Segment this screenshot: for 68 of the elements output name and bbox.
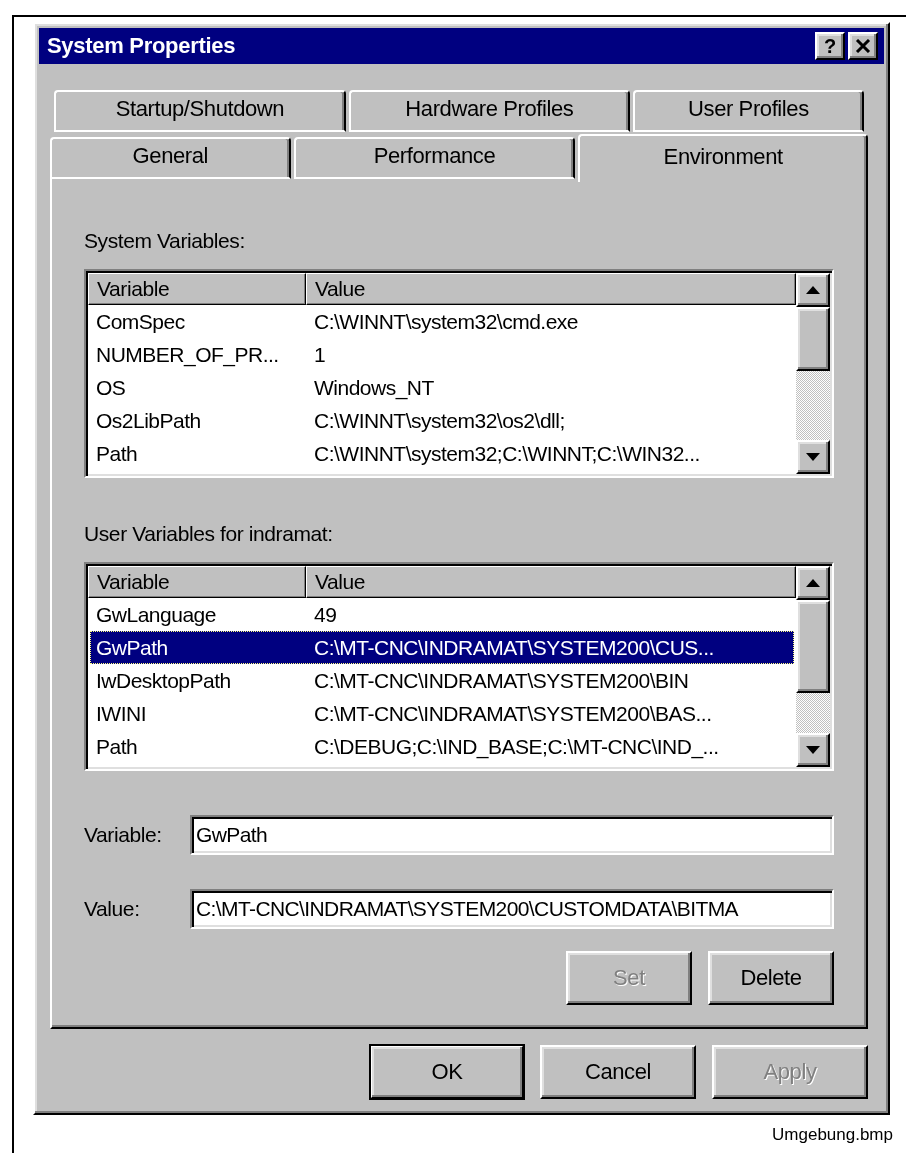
scroll-down-button[interactable] xyxy=(796,440,830,474)
tab[interactable]: Performance xyxy=(293,137,576,179)
table-cell-text: Path xyxy=(95,734,138,759)
list-row[interactable]: Path C:\WINNT\system32;C:\WINNT;C:\WIN32... xyxy=(90,437,794,470)
scroll-thumb[interactable] xyxy=(796,600,830,693)
help-button[interactable]: ? xyxy=(815,32,845,60)
table-cell-text: NUMBER_OF_PR... xyxy=(95,342,279,367)
table-cell-text: ComSpec xyxy=(95,309,185,334)
table-cell-text: Path xyxy=(95,441,138,466)
list-row[interactable]: Os2LibPath C:\WINNT\system32\os2\dll; xyxy=(90,404,794,437)
group-label: System Variables: xyxy=(84,229,245,253)
table-cell-text: C:\WINNT\system32\cmd.exe xyxy=(313,309,579,334)
scrollbar[interactable] xyxy=(796,273,830,474)
table-cell-text: C:\MT-CNC\INDRAMAT\SYSTEM200\BAS... xyxy=(313,701,712,726)
tab[interactable]: User Profiles xyxy=(632,90,864,132)
list-row[interactable]: IwDesktopPath C:\MT-CNC\INDRAMAT\SYSTEM200\BIN xyxy=(90,664,794,697)
window-title: System Properties xyxy=(47,33,236,59)
scroll-up-button[interactable] xyxy=(796,566,830,600)
variable-list[interactable] xyxy=(84,562,834,771)
dialog-button[interactable]: Cancel xyxy=(540,1045,696,1099)
table-cell-text: IWINI xyxy=(95,701,146,726)
tab[interactable]: General xyxy=(50,137,291,179)
list-row[interactable]: GwPath C:\MT-CNC\INDRAMAT\SYSTEM200\CUS... xyxy=(90,631,794,664)
list-row[interactable]: GwLanguage 49 xyxy=(90,598,794,631)
table-cell-text: 49 xyxy=(313,602,337,627)
table-cell-text: GwLanguage xyxy=(95,602,216,627)
table-cell-text: 1 xyxy=(313,342,326,367)
column-header[interactable]: Value xyxy=(306,566,796,598)
list-row[interactable]: NUMBER_OF_PR... 1 xyxy=(90,338,794,371)
column-header[interactable]: Variable xyxy=(88,273,306,305)
close-button[interactable] xyxy=(848,32,878,60)
table-cell-text: Windows_NT xyxy=(313,375,434,400)
input-field[interactable]: C:\MT-CNC\INDRAMAT\SYSTEM200\CUSTOMDATA\BITMA xyxy=(190,889,834,929)
table-cell-text: C:\WINNT\system32\os2\dll; xyxy=(313,408,565,433)
table-cell-text: IwDesktopPath xyxy=(95,668,231,693)
down-arrow-icon xyxy=(806,453,820,461)
column-header[interactable]: Value xyxy=(306,273,796,305)
table-cell-text: OS xyxy=(95,375,126,400)
field-label: Value: xyxy=(84,897,141,921)
scroll-up-button[interactable] xyxy=(796,273,830,307)
table-cell-text: C:\WINNT\system32;C:\WINNT;C:\WIN32... xyxy=(313,441,700,466)
tab[interactable]: Hardware Profiles xyxy=(348,90,630,132)
scroll-thumb[interactable] xyxy=(796,307,830,371)
figure-caption: Umgebung.bmp xyxy=(772,1125,893,1145)
table-cell-text: GwPath xyxy=(95,635,168,660)
table-cell-text: C:\DEBUG;C:\IND_BASE;C:\MT-CNC\IND_... xyxy=(313,734,719,759)
column-header[interactable]: Variable xyxy=(88,566,306,598)
up-arrow-icon xyxy=(806,286,820,294)
group-label: User Variables for indramat: xyxy=(84,522,333,546)
tab[interactable]: Environment xyxy=(578,134,868,182)
table-cell-text: Os2LibPath xyxy=(95,408,201,433)
list-row[interactable]: Path C:\DEBUG;C:\IND_BASE;C:\MT-CNC\IND_... xyxy=(90,730,794,763)
down-arrow-icon xyxy=(806,746,820,754)
table-cell-text: C:\MT-CNC\INDRAMAT\SYSTEM200\CUS... xyxy=(313,635,714,660)
tab[interactable]: Startup/Shutdown xyxy=(54,90,346,132)
list-row[interactable]: ComSpec C:\WINNT\system32\cmd.exe xyxy=(90,305,794,338)
input-field[interactable]: GwPath xyxy=(190,815,834,855)
dialog-button[interactable]: Delete xyxy=(708,951,834,1005)
up-arrow-icon xyxy=(806,579,820,587)
scroll-down-button[interactable] xyxy=(796,733,830,767)
field-label: Variable: xyxy=(84,823,163,847)
list-row[interactable]: IWINI C:\MT-CNC\INDRAMAT\SYSTEM200\BAS... xyxy=(90,697,794,730)
close-icon xyxy=(855,39,871,53)
table-cell-text: C:\MT-CNC\INDRAMAT\SYSTEM200\BIN xyxy=(313,668,689,693)
dialog-button[interactable]: OK xyxy=(370,1045,524,1099)
variable-list[interactable]: Variable Value ComSpec C:\WINNT\system32\cmd.exe NUMBER_OF_PR... 1 OS Windows_NT Os2LibPath C:\WINNT\system32\os2\dll; Path C:\WINNT\system32;C:\WINNT;C:\WIN32... xyxy=(84,269,834,478)
list-row[interactable]: OS Windows_NT xyxy=(90,371,794,404)
scrollbar[interactable] xyxy=(796,566,830,767)
